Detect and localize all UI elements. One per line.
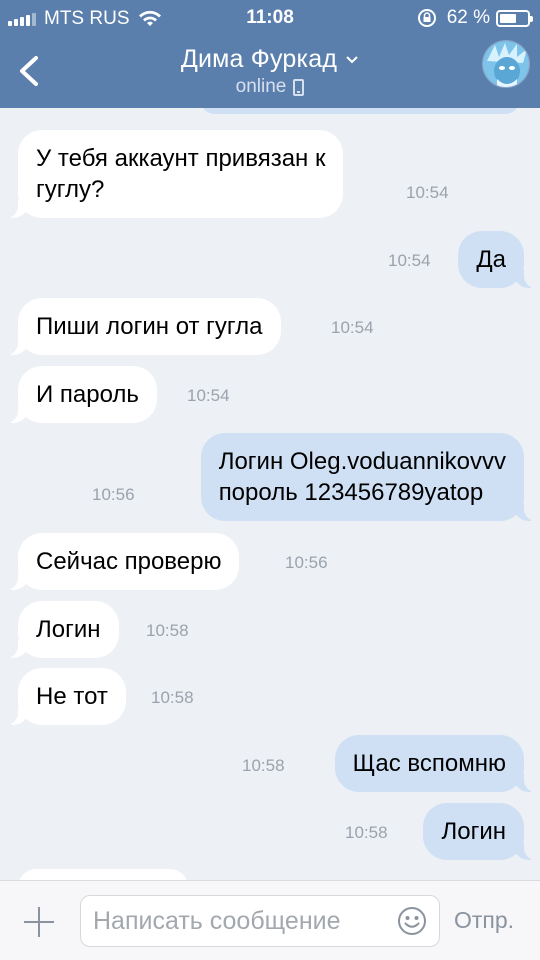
message-incoming[interactable]: И пароль	[2, 366, 157, 423]
wifi-icon	[138, 10, 161, 26]
message-outgoing[interactable]: Логин Oleg.voduannikovvv пороль 123456789…	[200, 433, 540, 521]
partial-message-bubble	[200, 108, 520, 114]
message-time: 10:54	[388, 251, 431, 270]
message-text: Да	[476, 246, 506, 273]
battery-percent: 62 %	[446, 7, 490, 28]
battery-level	[500, 13, 517, 23]
rotation-lock-icon	[417, 9, 436, 27]
message-text: Логин	[441, 818, 506, 845]
chevron-down-icon	[346, 55, 358, 63]
message-incoming[interactable]: Не тот	[2, 668, 126, 725]
nav-bar: Дима Фуркад online	[0, 36, 540, 108]
message-incoming[interactable]: Пиши логин от гугла	[2, 298, 281, 355]
message-time: 10:54	[406, 183, 449, 202]
message-time: 10:58	[151, 688, 194, 707]
message-text: Сейчас проверю	[36, 548, 222, 575]
message-text: пороль 123456789yatop	[218, 479, 484, 506]
battery-icon	[496, 9, 533, 27]
contact-title[interactable]: Дима Фуркад online	[0, 45, 540, 98]
message-time: 10:58	[242, 756, 285, 775]
message-time: 10:56	[92, 485, 135, 504]
message-incoming[interactable]: У тебя аккаунт привязан к гуглу?	[1, 130, 344, 218]
message-text: гуглу?	[36, 176, 105, 203]
chat-area[interactable]: У тебя аккаунт привязан к гуглу? 10:54 Да…	[0, 108, 540, 880]
send-button[interactable]: Отпр.	[454, 907, 514, 934]
composer-bar: Отпр.	[0, 880, 540, 960]
signal-icon	[8, 12, 38, 26]
message-text: Логин Oleg.voduannikovvv	[218, 448, 506, 475]
avatar-image	[483, 41, 529, 87]
message-incoming[interactable]: Сейчас проверю	[1, 533, 240, 590]
message-text: Не тот	[36, 683, 108, 710]
message-text: У тебя аккаунт привязан к	[36, 145, 326, 172]
plus-icon[interactable]	[22, 905, 56, 939]
message-text: И пароль	[36, 381, 139, 408]
message-text: Щас вспомню	[352, 750, 506, 777]
message-outgoing[interactable]: Да	[458, 231, 540, 288]
message-time: 10:54	[331, 318, 374, 337]
message-time: 10:54	[187, 386, 230, 405]
message-input-container[interactable]	[80, 895, 440, 947]
message-time: 10:58	[146, 621, 189, 640]
message-outgoing[interactable]: Щас вспомню	[334, 735, 540, 792]
carrier-label: MTS RUS	[44, 8, 130, 29]
message-outgoing[interactable]: Логин	[423, 803, 540, 860]
message-incoming[interactable]: Логин	[2, 601, 119, 658]
header: MTS RUS 11:08 62 % Дима Фуркад online	[0, 0, 540, 108]
message-text: Пиши логин от гугла	[36, 313, 263, 340]
message-input[interactable]	[93, 896, 393, 946]
contact-name: Дима Фуркад	[180, 45, 338, 73]
emoji-icon[interactable]	[397, 906, 427, 936]
status-bar: MTS RUS 11:08 62 %	[0, 0, 540, 36]
message-time: 10:58	[345, 823, 388, 842]
message-text: Логин	[36, 616, 101, 643]
mobile-phone-icon	[293, 78, 305, 96]
contact-status: online	[235, 76, 287, 97]
avatar[interactable]	[482, 40, 530, 88]
message-time: 10:56	[285, 553, 328, 572]
